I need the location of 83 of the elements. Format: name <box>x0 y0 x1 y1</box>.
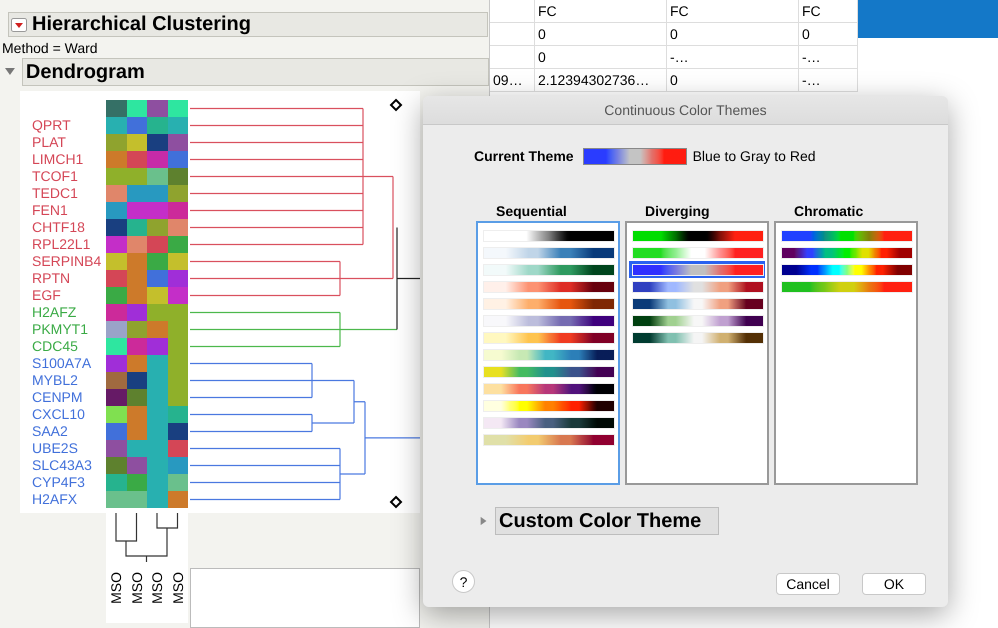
theme-list-item[interactable] <box>480 244 616 261</box>
dialog-button[interactable]: Cancel <box>776 573 840 595</box>
gene-label: QPRT <box>32 117 71 133</box>
gene-label: TEDC1 <box>32 185 78 201</box>
table-cell: -… <box>802 49 821 65</box>
theme-list-item[interactable] <box>480 363 616 380</box>
column-header: FC <box>670 3 689 19</box>
theme-list[interactable] <box>476 221 620 485</box>
dialog-title: Continuous Color Themes <box>423 96 948 125</box>
gene-label: MYBL2 <box>32 372 78 388</box>
gene-label: LIMCH1 <box>32 151 84 167</box>
current-theme-label: Current Theme <box>474 148 574 164</box>
gene-label: S100A7A <box>32 355 92 371</box>
gene-label: PKMYT1 <box>32 321 88 337</box>
table-cell: -… <box>802 72 821 88</box>
gene-label: PLAT <box>32 134 66 150</box>
theme-list-item[interactable] <box>480 261 616 278</box>
gene-label: CYP4F3 <box>32 474 85 490</box>
gene-label: CHTF18 <box>32 219 85 235</box>
theme-list-item[interactable] <box>480 346 616 363</box>
table-cell: 09… <box>493 72 523 88</box>
column-label: MSO <box>170 572 186 604</box>
table-cell: 0 <box>670 26 678 42</box>
theme-list-item[interactable] <box>629 312 765 329</box>
gene-label: SLC43A3 <box>32 457 92 473</box>
table-cell: 0 <box>538 49 546 65</box>
gene-label: UBE2S <box>32 440 78 456</box>
gene-label: CENPM <box>32 389 83 405</box>
gene-label: CXCL10 <box>32 406 85 422</box>
theme-list-item[interactable] <box>480 431 616 448</box>
method-label: Method = Ward <box>1 39 99 58</box>
gene-label: SAA2 <box>32 423 68 439</box>
gene-label: H2AFZ <box>32 304 76 320</box>
section-header[interactable]: Dendrogram <box>22 58 489 86</box>
theme-list-item[interactable] <box>629 295 765 312</box>
theme-list-item[interactable] <box>629 227 765 244</box>
disclosure-triangle-icon[interactable] <box>479 515 489 527</box>
theme-list-item[interactable] <box>480 397 616 414</box>
column-header: FC <box>802 3 821 19</box>
help-button[interactable]: ? <box>452 570 475 593</box>
table-cell: 0 <box>538 26 546 42</box>
column-label: MSO <box>128 572 145 604</box>
theme-list-item[interactable] <box>480 312 616 329</box>
theme-list-item[interactable] <box>778 261 914 278</box>
gene-label: SERPINB4 <box>32 253 102 269</box>
section-title: Dendrogram <box>26 60 145 84</box>
section-title: Hierarchical Clustering <box>32 13 251 36</box>
dialog-button[interactable]: OK <box>862 573 926 595</box>
current-theme-name: Blue to Gray to Red <box>692 148 816 164</box>
theme-list-item[interactable] <box>778 227 914 244</box>
theme-list-item[interactable] <box>480 414 616 431</box>
section-title: Custom Color Theme <box>499 510 702 532</box>
section-header[interactable]: Custom Color Theme <box>495 507 719 535</box>
gene-label: EGF <box>32 287 61 303</box>
gene-label: TCOF1 <box>32 168 78 184</box>
gene-label: CDC45 <box>32 338 78 354</box>
theme-list[interactable] <box>774 221 918 485</box>
table-cell: 0 <box>670 72 678 88</box>
column-header: FC <box>538 3 557 19</box>
column-label: MSO <box>149 572 166 604</box>
theme-list-item[interactable] <box>629 278 765 295</box>
theme-list[interactable] <box>625 221 769 485</box>
section-header[interactable]: Hierarchical Clustering <box>8 12 488 37</box>
table-cell: -… <box>670 49 689 65</box>
column-label: MSO <box>108 572 124 604</box>
group-title: Sequential <box>495 203 568 221</box>
group-title: Diverging <box>644 203 711 221</box>
column-dendrogram-drawing <box>115 513 178 563</box>
gene-label: RPTN <box>32 270 70 286</box>
gene-label: H2AFX <box>32 491 78 507</box>
group-title: Chromatic <box>793 203 864 221</box>
theme-list-item[interactable] <box>480 278 616 295</box>
theme-list-item[interactable] <box>480 329 616 346</box>
theme-list-item[interactable] <box>480 295 616 312</box>
theme-list-item[interactable] <box>480 380 616 397</box>
theme-list-item[interactable] <box>778 244 914 261</box>
theme-list-item[interactable] <box>629 329 765 346</box>
theme-list-item[interactable] <box>629 261 765 278</box>
gene-label: FEN1 <box>32 202 68 218</box>
table-cell: 0 <box>802 26 810 42</box>
gene-label: RPL22L1 <box>32 236 90 252</box>
table-cell: 2.12394302736… <box>538 72 650 88</box>
theme-list-item[interactable] <box>480 227 616 244</box>
